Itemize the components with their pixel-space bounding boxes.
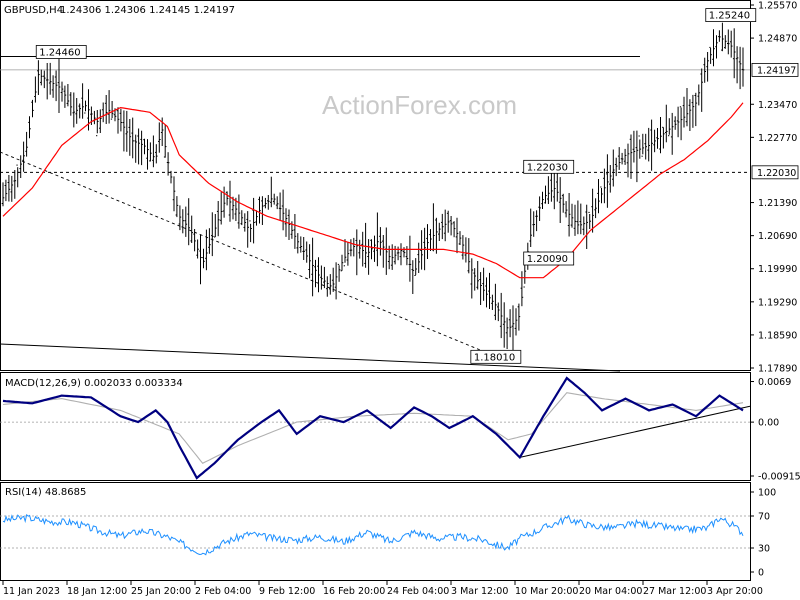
time-axis-label: 24 Feb 04:00	[387, 586, 449, 597]
time-axis-label: 20 Mar 04:00	[579, 586, 642, 597]
header-symbol: GBPUSD,H4	[4, 5, 63, 16]
rsi-panel-frame	[0, 482, 751, 581]
price-label: 1.24460	[39, 47, 80, 58]
rsi-axis-label: 30	[758, 544, 770, 555]
price-label: 1.20090	[527, 254, 568, 265]
time-axis-label: 2 Feb 04:00	[195, 586, 251, 597]
price-axis-label: 1.21390	[758, 198, 797, 209]
time-axis-label: 16 Feb 20:00	[323, 586, 385, 597]
time-axis-label: 18 Jan 12:00	[67, 586, 127, 597]
time-axis-label: 25 Jan 20:00	[131, 586, 191, 597]
price-axis-label: 1.25570	[758, 1, 797, 12]
rsi-title: RSI(14) 48.8685	[5, 487, 86, 498]
price-axis-label: 1.23470	[758, 100, 797, 111]
price-axis-label: 1.19990	[758, 264, 797, 275]
gbpusd-chart: ActionForex.com GBPUSD,H4 1.24306 1.2430…	[0, 0, 800, 597]
time-axis-label: 3 Apr 20:00	[707, 586, 763, 597]
level-price-tag: 1.22030	[757, 168, 796, 179]
time-axis-label: 9 Feb 12:00	[259, 586, 315, 597]
watermark: ActionForex.com	[322, 90, 517, 120]
time-axis-label: 11 Jan 2023	[3, 586, 60, 597]
header-ohlc: 1.24306 1.24306 1.24145 1.24197	[60, 5, 235, 16]
price-axis-label: 1.18590	[758, 330, 797, 341]
time-axis-label: 10 Mar 20:00	[515, 586, 578, 597]
price-label: 1.25240	[709, 11, 750, 22]
macd-axis-label: -0.009158	[758, 471, 800, 482]
macd-title: MACD(12,26,9) 0.002033 0.003334	[5, 378, 183, 389]
price-axis-label: 1.17890	[758, 364, 797, 375]
price-axis-label: 1.24870	[758, 34, 797, 45]
macd-axis-label: 0.0069	[758, 377, 791, 388]
rsi-axis-label: 100	[758, 488, 776, 499]
price-axis-label: 1.22770	[758, 133, 797, 144]
price-label: 1.22030	[527, 162, 568, 173]
rsi-axis-label: 70	[758, 512, 770, 523]
time-axis-label: 3 Mar 12:00	[451, 586, 508, 597]
price-axis-label: 1.19290	[758, 297, 797, 308]
time-axis-label: 27 Mar 12:00	[643, 586, 706, 597]
rsi-axis-label: 0	[758, 568, 764, 579]
current-price-tag: 1.24197	[757, 65, 796, 76]
price-label: 1.18010	[474, 352, 515, 363]
macd-axis-label: 0.00	[758, 418, 779, 429]
price-axis-label: 1.20690	[758, 231, 797, 242]
